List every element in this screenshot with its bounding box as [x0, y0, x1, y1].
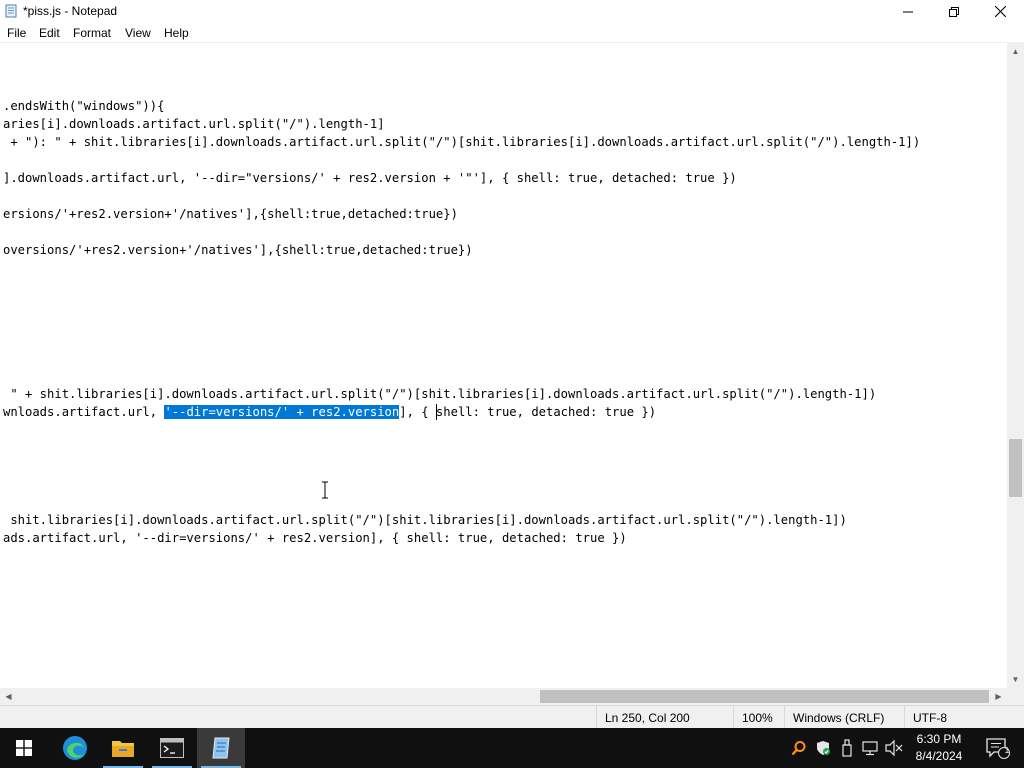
encoding: UTF-8 — [904, 706, 1024, 729]
title-bar[interactable]: *piss.js - Notepad — [0, 0, 1024, 23]
notepad-icon — [212, 737, 230, 759]
clock-time: 6:30 PM — [916, 732, 962, 746]
start-button[interactable] — [0, 728, 48, 768]
file-explorer-icon — [112, 741, 134, 757]
usb-icon — [842, 739, 852, 757]
scroll-right-button[interactable]: ▶ — [990, 688, 1007, 705]
menu-help[interactable]: Help — [164, 26, 189, 40]
windows-logo-icon — [16, 740, 32, 756]
text-editor[interactable]: .endsWith("windows")){ aries[i].download… — [0, 43, 1007, 688]
tray-usb[interactable] — [837, 738, 857, 758]
vertical-scroll-thumb[interactable] — [1009, 439, 1022, 497]
horizontal-scrollbar[interactable]: ◀ ▶ — [0, 688, 1007, 705]
notification-center-button[interactable]: 1 — [978, 728, 1018, 768]
network-icon — [862, 741, 878, 756]
taskbar-edge[interactable] — [51, 728, 99, 768]
search-tray-icon — [791, 741, 806, 756]
menu-edit[interactable]: Edit — [39, 26, 60, 40]
chevron-left-icon: ◀ — [5, 692, 12, 701]
text-before-selection: wnloads.artifact.url, — [3, 405, 165, 419]
scrollbar-corner — [1007, 688, 1024, 705]
window-title: *piss.js - Notepad — [23, 4, 118, 18]
scroll-down-button[interactable]: ▼ — [1007, 671, 1024, 688]
code-line: " + shit.libraries[i].downloads.artifact… — [3, 387, 877, 401]
chevron-down-icon: ▼ — [1011, 675, 1020, 684]
chevron-right-icon: ▶ — [995, 692, 1002, 701]
scroll-left-button[interactable]: ◀ — [0, 688, 17, 705]
code-line: ads.artifact.url, '--dir=versions/' + re… — [3, 531, 627, 545]
taskbar-file-explorer[interactable] — [99, 728, 147, 768]
vertical-scrollbar[interactable]: ▲ ▼ — [1007, 43, 1024, 688]
minimize-icon — [903, 11, 913, 12]
restore-button[interactable] — [931, 0, 977, 23]
close-icon — [994, 6, 1006, 17]
selected-text[interactable]: '--dir=versions/' + res2.version — [164, 405, 400, 419]
code-line: + "): " + shit.libraries[i].downloads.ar… — [3, 135, 921, 149]
terminal-icon — [160, 738, 184, 758]
close-button[interactable] — [977, 0, 1023, 23]
tray-defender[interactable] — [813, 738, 833, 758]
taskbar-clock[interactable]: 6:30 PM 8/4/2024 — [902, 731, 976, 765]
tray-volume[interactable] — [884, 738, 904, 758]
menu-view[interactable]: View — [125, 26, 151, 40]
taskbar-notepad[interactable] — [197, 728, 245, 768]
horizontal-scroll-thumb[interactable] — [540, 690, 989, 703]
menu-file[interactable]: File — [7, 26, 26, 40]
chevron-up-icon: ▲ — [1011, 47, 1020, 56]
tray-network[interactable] — [860, 738, 880, 758]
taskbar-terminal[interactable] — [148, 728, 196, 768]
code-line: ].downloads.artifact.url, '--dir="versio… — [3, 171, 737, 185]
code-line: aries[i].downloads.artifact.url.split("/… — [3, 117, 385, 131]
tray-search[interactable] — [789, 738, 809, 758]
code-line: shit.libraries[i].downloads.artifact.url… — [3, 513, 847, 527]
notification-count: 1 — [1004, 746, 1010, 755]
code-line-with-selection: wnloads.artifact.url, '--dir=versions/' … — [3, 403, 656, 421]
notepad-icon — [5, 4, 17, 18]
ibeam-cursor-icon — [322, 481, 328, 499]
line-ending: Windows (CRLF) — [784, 706, 904, 729]
volume-muted-icon — [885, 740, 903, 756]
edge-icon — [63, 736, 87, 760]
menu-format[interactable]: Format — [73, 26, 111, 40]
maximize-icon — [949, 6, 959, 17]
text-after-selection: ], { shell: true, detached: true }) — [399, 405, 657, 419]
minimize-button[interactable] — [885, 0, 931, 23]
code-line: .endsWith("windows")){ — [3, 99, 165, 113]
code-line: ersions/'+res2.version+'/natives'],{shel… — [3, 207, 458, 221]
code-line: oversions/'+res2.version+'/natives'],{sh… — [3, 243, 473, 257]
clock-date: 8/4/2024 — [915, 749, 963, 763]
status-bar: Ln 250, Col 200 100% Windows (CRLF) UTF-… — [0, 705, 1024, 729]
menu-bar: File Edit Format View Help — [0, 23, 1024, 43]
text-caret — [436, 404, 437, 420]
scroll-up-button[interactable]: ▲ — [1007, 43, 1024, 60]
taskbar: 6:30 PM 8/4/2024 1 — [0, 728, 1024, 768]
defender-icon — [817, 741, 830, 755]
cursor-position: Ln 250, Col 200 — [596, 706, 733, 729]
zoom-level: 100% — [733, 706, 784, 729]
